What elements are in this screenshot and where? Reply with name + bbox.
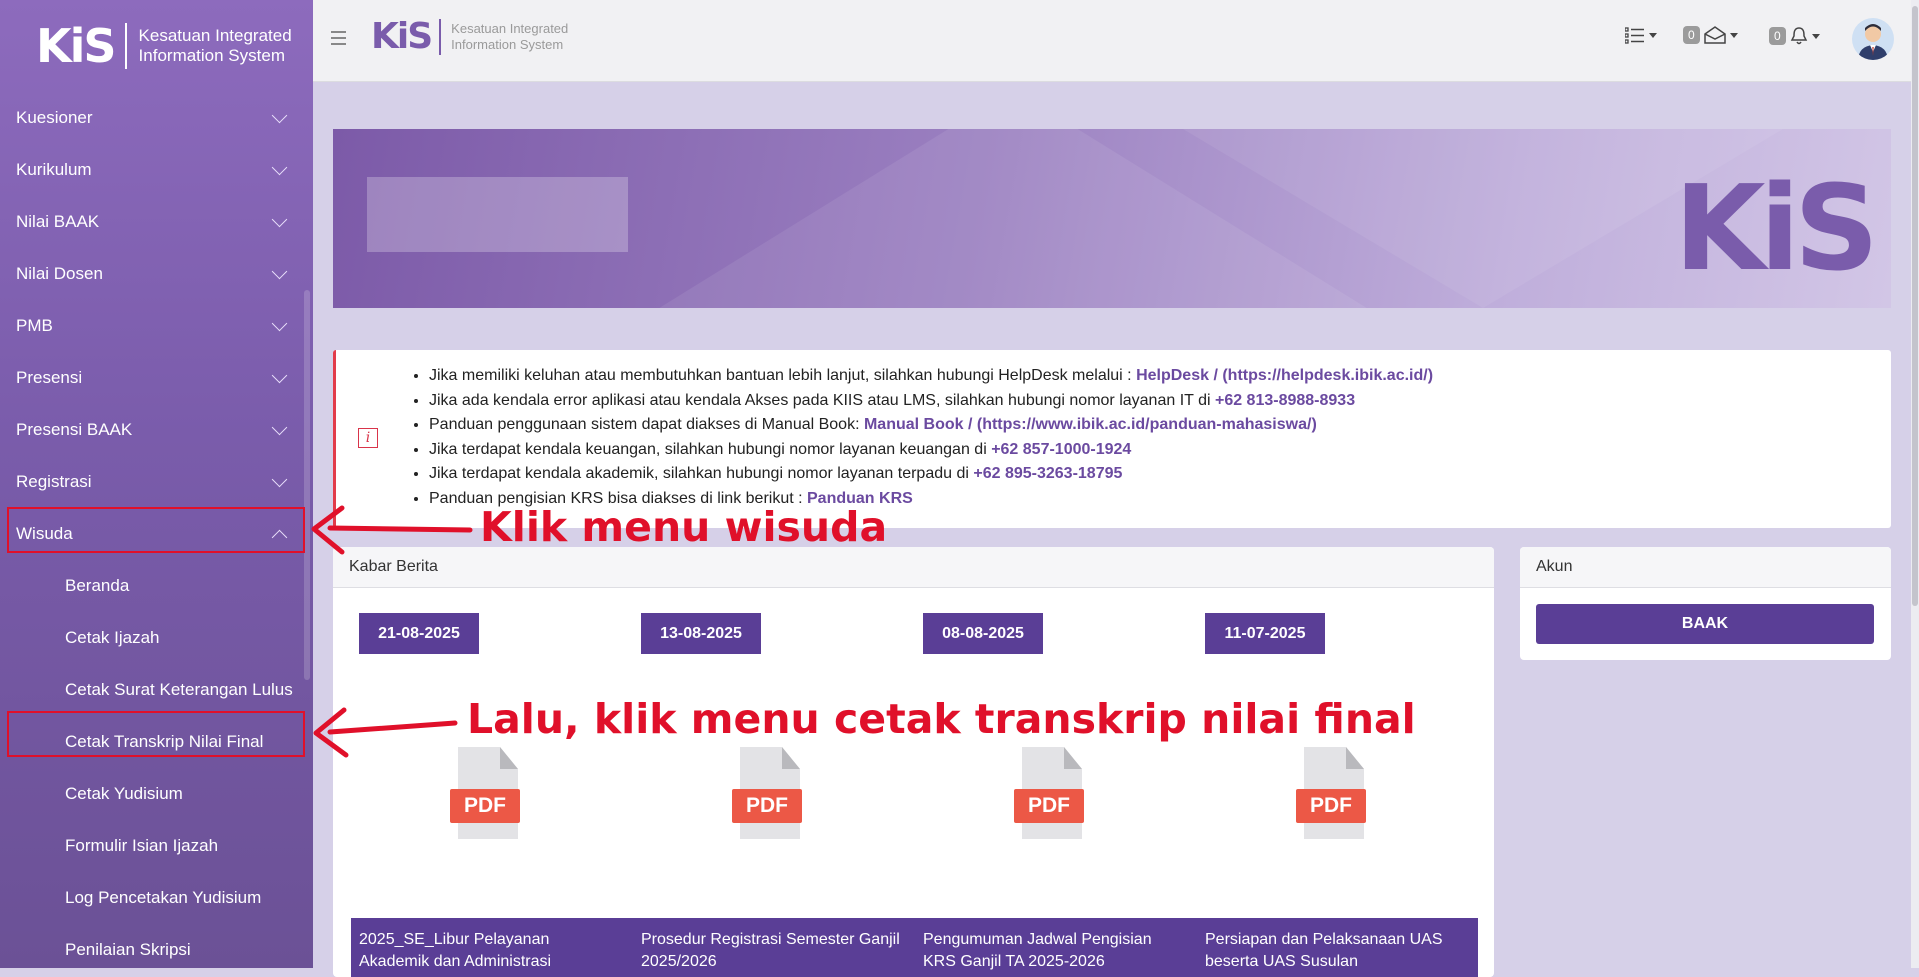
info-list: Jika memiliki keluhan atau membutuhkan b…: [429, 364, 1433, 511]
info-item: Jika memiliki keluhan atau membutuhkan b…: [429, 364, 1433, 389]
bell-icon: [1790, 27, 1807, 45]
chevron-down-icon: [271, 367, 288, 383]
it-phone-link[interactable]: +62 813-8988-8933: [1215, 392, 1355, 409]
sidebar-item-presensi-baak[interactable]: Presensi BAAK: [0, 404, 313, 456]
banner-placeholder-box: [367, 177, 628, 252]
notifications-count-badge: 0: [1769, 27, 1786, 45]
org-name: Kesatuan Integrated Information System: [138, 26, 292, 65]
sidebar-subitem-log-pencetakan-yudisium[interactable]: Log Pencetakan Yudisium: [0, 872, 313, 924]
news-card-header: Kabar Berita: [333, 547, 1494, 588]
sidebar-item-registrasi[interactable]: Registrasi: [0, 456, 313, 508]
org-name: Kesatuan Integrated Information System: [451, 20, 569, 52]
topbar-logo[interactable]: KiS Kesatuan Integrated Information Syst…: [371, 16, 568, 57]
sidebar-subitem-cetak-yudisium[interactable]: Cetak Yudisium: [0, 768, 313, 820]
logo-divider: [439, 18, 442, 55]
pdf-file-icon[interactable]: PDF: [450, 747, 520, 839]
sidebar-item-presensi[interactable]: Presensi: [0, 352, 313, 404]
news-date-badge[interactable]: 21-08-2025: [359, 613, 479, 654]
annotation-arrow-2: [313, 707, 458, 758]
kis-logo-mark: KiS: [36, 19, 117, 73]
news-title-link[interactable]: 2025_SE_Libur Pelayanan Akademik dan Adm…: [359, 929, 621, 973]
sidebar-item-nilai-dosen[interactable]: Nilai Dosen: [0, 248, 313, 300]
chevron-down-icon: [271, 263, 288, 279]
list-icon: [1625, 27, 1644, 44]
info-item: Jika ada kendala error aplikasi atau ken…: [429, 389, 1433, 414]
sidebar: KiS Kesatuan Integrated Information Syst…: [0, 0, 313, 968]
baak-button[interactable]: BAAK: [1536, 604, 1874, 644]
news-date-badge[interactable]: 11-07-2025: [1205, 613, 1325, 654]
sidebar-subitem-beranda[interactable]: Beranda: [0, 560, 313, 612]
banner-kis-logo: KiS: [1674, 159, 1879, 297]
info-alert: i Jika memiliki keluhan atau membutuhkan…: [333, 350, 1891, 528]
sidebar-item-nilai-baak[interactable]: Nilai BAAK: [0, 196, 313, 248]
hero-banner: KiS: [333, 129, 1891, 308]
highlight-cetak-transkrip: [7, 711, 305, 757]
sidebar-subitem-cetak-ijazah[interactable]: Cetak Ijazah: [0, 612, 313, 664]
annotation-step-2: Lalu, klik menu cetak transkrip nilai fi…: [467, 695, 1416, 743]
logo-divider: [124, 23, 127, 69]
messages-dropdown[interactable]: 0: [1683, 26, 1738, 44]
pdf-file-icon[interactable]: PDF: [1296, 747, 1366, 839]
user-avatar-icon: [1858, 24, 1888, 60]
info-item: Jika terdapat kendala keuangan, silahkan…: [429, 438, 1433, 463]
info-item: Jika terdapat kendala akademik, silahkan…: [429, 462, 1433, 487]
chevron-down-icon: [271, 419, 288, 435]
highlight-wisuda: [7, 507, 305, 553]
news-title-link[interactable]: Pengumuman Jadwal Pengisian KRS Ganjil T…: [923, 929, 1185, 973]
kis-logo-mark: KiS: [371, 16, 433, 57]
caret-down-icon: [1649, 32, 1657, 38]
envelope-open-icon: [1703, 26, 1726, 44]
academic-phone-link[interactable]: +62 895-3263-18795: [973, 465, 1122, 482]
annotation-step-1: Klik menu wisuda: [480, 503, 888, 551]
user-avatar[interactable]: [1852, 18, 1894, 60]
sidebar-subitem-cetak-skl[interactable]: Cetak Surat Keterangan Lulus: [0, 664, 313, 716]
scrollbar-thumb[interactable]: [1912, 6, 1918, 606]
chevron-down-icon: [271, 107, 288, 123]
messages-count-badge: 0: [1683, 26, 1700, 44]
chevron-down-icon: [271, 471, 288, 487]
news-titles-strip: 2025_SE_Libur Pelayanan Akademik dan Adm…: [351, 918, 1478, 977]
account-card-header: Akun: [1520, 547, 1891, 588]
news-title-link[interactable]: Prosedur Registrasi Semester Ganjil 2025…: [641, 929, 903, 973]
hamburger-menu-icon[interactable]: [331, 31, 346, 49]
news-title-link[interactable]: Persiapan dan Pelaksanaan UAS beserta UA…: [1205, 929, 1467, 973]
chevron-down-icon: [271, 159, 288, 175]
sidebar-scrollbar[interactable]: [304, 290, 310, 680]
topbar: KiS Kesatuan Integrated Information Syst…: [313, 0, 1919, 82]
chevron-down-icon: [271, 315, 288, 331]
finance-phone-link[interactable]: +62 857-1000-1924: [991, 441, 1131, 458]
sidebar-subitem-formulir-isian-ijazah[interactable]: Formulir Isian Ijazah: [0, 820, 313, 872]
account-card: Akun BAAK: [1520, 547, 1891, 660]
page-scrollbar[interactable]: [1911, 0, 1919, 968]
helpdesk-link[interactable]: HelpDesk / (https://helpdesk.ibik.ac.id/…: [1136, 367, 1433, 384]
list-menu-dropdown[interactable]: [1625, 26, 1657, 44]
sidebar-item-pmb[interactable]: PMB: [0, 300, 313, 352]
manual-book-link[interactable]: Manual Book / (https://www.ibik.ac.id/pa…: [864, 416, 1317, 433]
news-date-badge[interactable]: 08-08-2025: [923, 613, 1043, 654]
news-date-badge[interactable]: 13-08-2025: [641, 613, 761, 654]
info-item: Panduan penggunaan sistem dapat diakses …: [429, 413, 1433, 438]
caret-down-icon: [1729, 32, 1738, 38]
sidebar-subitem-penilaian-skripsi[interactable]: Penilaian Skripsi: [0, 924, 313, 968]
pdf-file-icon[interactable]: PDF: [1014, 747, 1084, 839]
sidebar-logo[interactable]: KiS Kesatuan Integrated Information Syst…: [0, 0, 313, 92]
news-card: Kabar Berita 21-08-2025 13-08-2025 08-08…: [333, 547, 1494, 977]
sidebar-item-kuesioner[interactable]: Kuesioner: [0, 92, 313, 144]
pdf-file-icon[interactable]: PDF: [732, 747, 802, 839]
sidebar-item-kurikulum[interactable]: Kurikulum: [0, 144, 313, 196]
caret-down-icon: [1811, 33, 1820, 39]
chevron-down-icon: [271, 211, 288, 227]
info-icon: i: [358, 428, 378, 448]
notifications-dropdown[interactable]: 0: [1769, 26, 1820, 46]
